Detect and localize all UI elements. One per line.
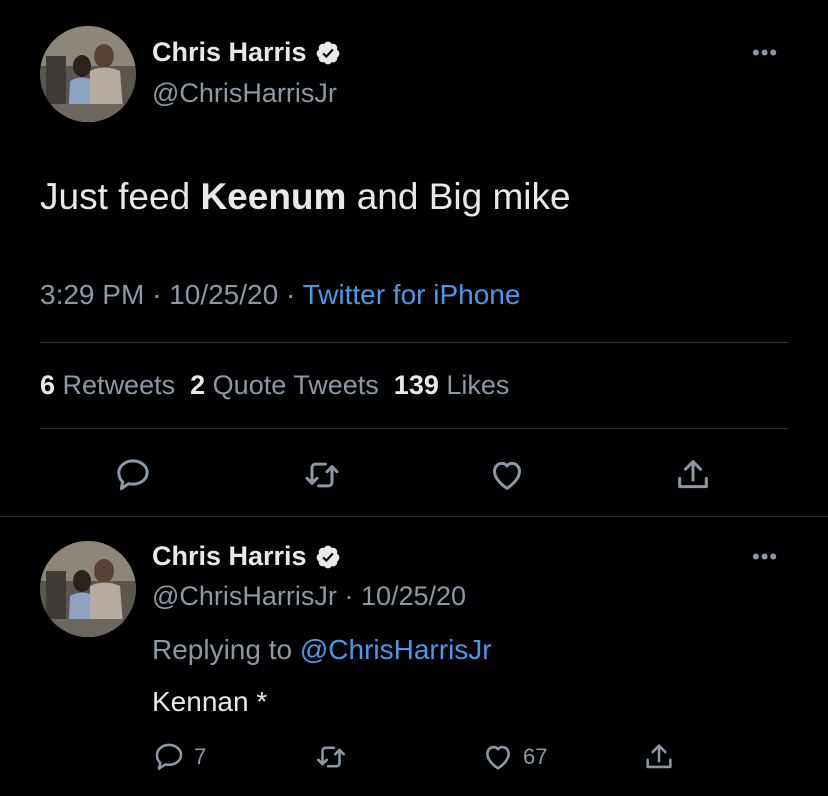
tweet-date[interactable]: 10/25/20 <box>169 279 278 310</box>
author-name[interactable]: Chris Harris <box>152 541 341 572</box>
meta-separator: · <box>285 279 296 310</box>
mention-link[interactable]: @ChrisHarrisJr <box>300 634 492 665</box>
like-icon <box>486 745 510 770</box>
meta-separator: · <box>344 581 354 611</box>
quotes-count: 2 <box>190 370 206 400</box>
more-icon[interactable]: ••• <box>752 544 778 570</box>
tweet-text: Just feed Keenum and Big mike <box>40 176 571 218</box>
tweet-meta: 3:29 PM · 10/25/20 · Twitter for iPhone <box>40 279 520 311</box>
retweets-label: Retweets <box>62 370 176 400</box>
avatar[interactable] <box>40 541 136 637</box>
author-name-text: Chris Harris <box>152 541 307 571</box>
likes-label: Likes <box>446 370 510 400</box>
share-icon[interactable] <box>673 455 713 495</box>
divider <box>40 342 788 343</box>
author-handle[interactable]: @ChrisHarrisJr <box>152 78 337 109</box>
retweets-count: 6 <box>40 370 56 400</box>
like-count: 67 <box>523 744 548 769</box>
avatar-photo <box>40 541 136 637</box>
retweet-icon[interactable] <box>302 455 342 495</box>
divider <box>0 516 828 517</box>
author-handle[interactable]: @ChrisHarrisJr <box>152 581 337 611</box>
meta-separator: · <box>152 279 162 310</box>
tweet-source[interactable]: Twitter for iPhone <box>303 279 521 310</box>
tweet-stats: 6 Retweets 2 Quote Tweets 139 Likes <box>40 370 509 401</box>
divider <box>40 428 788 429</box>
reply-header-line: @ChrisHarrisJr · 10/25/20 <box>152 581 466 612</box>
tweet-time[interactable]: 3:29 PM <box>40 279 144 310</box>
likes-stat[interactable]: 139 Likes <box>394 370 510 400</box>
tweet-text-part: Just feed <box>40 176 191 217</box>
verified-badge-icon <box>316 41 339 64</box>
more-icon[interactable]: ••• <box>752 40 778 66</box>
reply-icon[interactable] <box>113 455 153 495</box>
author-name[interactable]: Chris Harris <box>152 37 341 68</box>
tweet-date[interactable]: 10/25/20 <box>361 581 466 611</box>
reply-count: 7 <box>194 744 207 769</box>
share-icon[interactable] <box>642 740 676 774</box>
avatar[interactable] <box>40 26 136 122</box>
reply-text: Kennan * <box>152 686 268 717</box>
tweet-text-bold: Keenum <box>200 176 347 217</box>
retweet-action[interactable] <box>314 740 356 774</box>
retweet-icon <box>316 746 346 768</box>
tweet-text-part: and Big mike <box>356 176 571 217</box>
replying-prefix: Replying to <box>152 634 293 665</box>
likes-count: 139 <box>393 370 439 400</box>
quotes-stat[interactable]: 2 Quote Tweets <box>190 370 379 400</box>
like-action[interactable]: 67 <box>481 740 547 774</box>
avatar-photo <box>40 26 136 122</box>
verified-badge-icon <box>316 545 339 568</box>
retweets-stat[interactable]: 6 Retweets <box>40 370 175 400</box>
reply-action[interactable]: 7 <box>152 740 206 774</box>
quotes-label: Quote Tweets <box>212 370 379 400</box>
replying-to: Replying to @ChrisHarrisJr <box>152 634 492 666</box>
reply-icon <box>155 743 183 770</box>
like-icon[interactable] <box>487 455 527 495</box>
author-name-text: Chris Harris <box>152 37 307 67</box>
